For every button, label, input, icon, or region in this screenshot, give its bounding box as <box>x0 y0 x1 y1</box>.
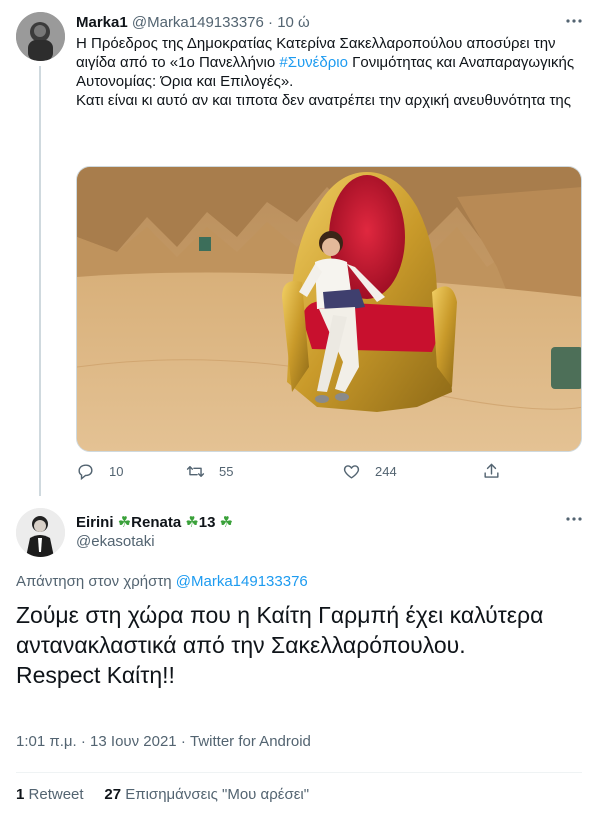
separator-dot: · <box>268 14 274 31</box>
reply-avatar[interactable] <box>16 508 65 557</box>
author-name-part: Eirini <box>76 514 118 531</box>
avatar[interactable] <box>16 12 65 61</box>
tweet-text-line: Κατι είναι κι αυτό αν και τιποτα δεν ανα… <box>76 92 571 109</box>
reply-text-line: Respect Καίτη!! <box>16 662 175 688</box>
reply-date[interactable]: 13 Ιουν 2021 <box>90 733 177 750</box>
reply-source[interactable]: Twitter for Android <box>190 733 311 750</box>
timestamp[interactable]: 10 ώ <box>277 14 310 31</box>
retweet-icon <box>186 466 205 477</box>
share-icon <box>484 463 499 478</box>
thread-line <box>39 66 41 496</box>
tweet-header: Marka1 @Marka149133376 · 10 ώ <box>76 14 310 31</box>
reply-button[interactable]: 10 <box>76 462 123 481</box>
retweets-stat[interactable]: 1 Retweet <box>16 786 84 803</box>
mention-link[interactable]: @Marka149133376 <box>176 573 308 590</box>
like-icon <box>343 465 360 479</box>
shamrock-icon: ☘ <box>185 514 199 531</box>
reply-stats: 1 Retweet 27 Επισημάνσεις "Μου αρέσει" <box>16 786 309 803</box>
author-name-part: 13 <box>198 514 220 531</box>
tweet-actions: 10 55 244 <box>76 462 506 484</box>
retweet-label: Retweet <box>28 786 84 803</box>
retweet-total: 1 <box>16 786 25 803</box>
replying-to-label: Απάντηση στον χρήστη <box>16 573 176 590</box>
reply-author-name[interactable]: Eirini ☘Renata ☘13 ☘ <box>76 513 233 531</box>
like-button[interactable]: 244 <box>342 462 397 481</box>
reply-metadata: 1:01 π.μ. · 13 Ιουν 2021 · Twitter for A… <box>16 733 311 750</box>
reply-count: 10 <box>109 464 124 479</box>
original-tweet[interactable]: Marka1 @Marka149133376 · 10 ώ Η Πρόεδρος… <box>0 0 598 496</box>
likes-stat[interactable]: 27 Επισημάνσεις "Μου αρέσει" <box>104 786 309 803</box>
reply-text: Ζούμε στη χώρα που η Καίτη Γαρμπή έχει κ… <box>16 600 576 690</box>
like-count: 244 <box>375 464 397 479</box>
author-name-part: Renata <box>131 514 186 531</box>
author-name[interactable]: Marka1 <box>76 14 128 31</box>
more-icon[interactable] <box>565 510 583 532</box>
reply-author-handle[interactable]: @ekasotaki <box>76 533 155 550</box>
share-button[interactable] <box>482 462 501 481</box>
tweet-text: Η Πρόεδρος της Δημοκρατίας Κατερίνα Σακε… <box>76 34 576 110</box>
reply-icon <box>78 464 93 481</box>
tweet-photo[interactable] <box>76 166 582 452</box>
like-label: Επισημάνσεις "Μου αρέσει" <box>125 786 310 803</box>
shamrock-icon: ☘ <box>219 514 234 531</box>
retweet-count: 55 <box>219 464 234 479</box>
reply-time[interactable]: 1:01 π.μ. <box>16 733 77 750</box>
divider <box>16 772 582 773</box>
retweet-button[interactable]: 55 <box>186 462 233 481</box>
reply-text-line: Ζούμε στη χώρα που η Καίτη Γαρμπή έχει κ… <box>16 602 544 658</box>
hashtag-link[interactable]: #Συνέδριο <box>279 54 348 71</box>
more-icon[interactable] <box>565 12 583 34</box>
author-handle[interactable]: @Marka149133376 <box>132 14 264 31</box>
replying-to: Απάντηση στον χρήστη @Marka149133376 <box>16 573 308 590</box>
shamrock-icon: ☘ <box>117 514 132 531</box>
like-total: 27 <box>104 786 122 803</box>
